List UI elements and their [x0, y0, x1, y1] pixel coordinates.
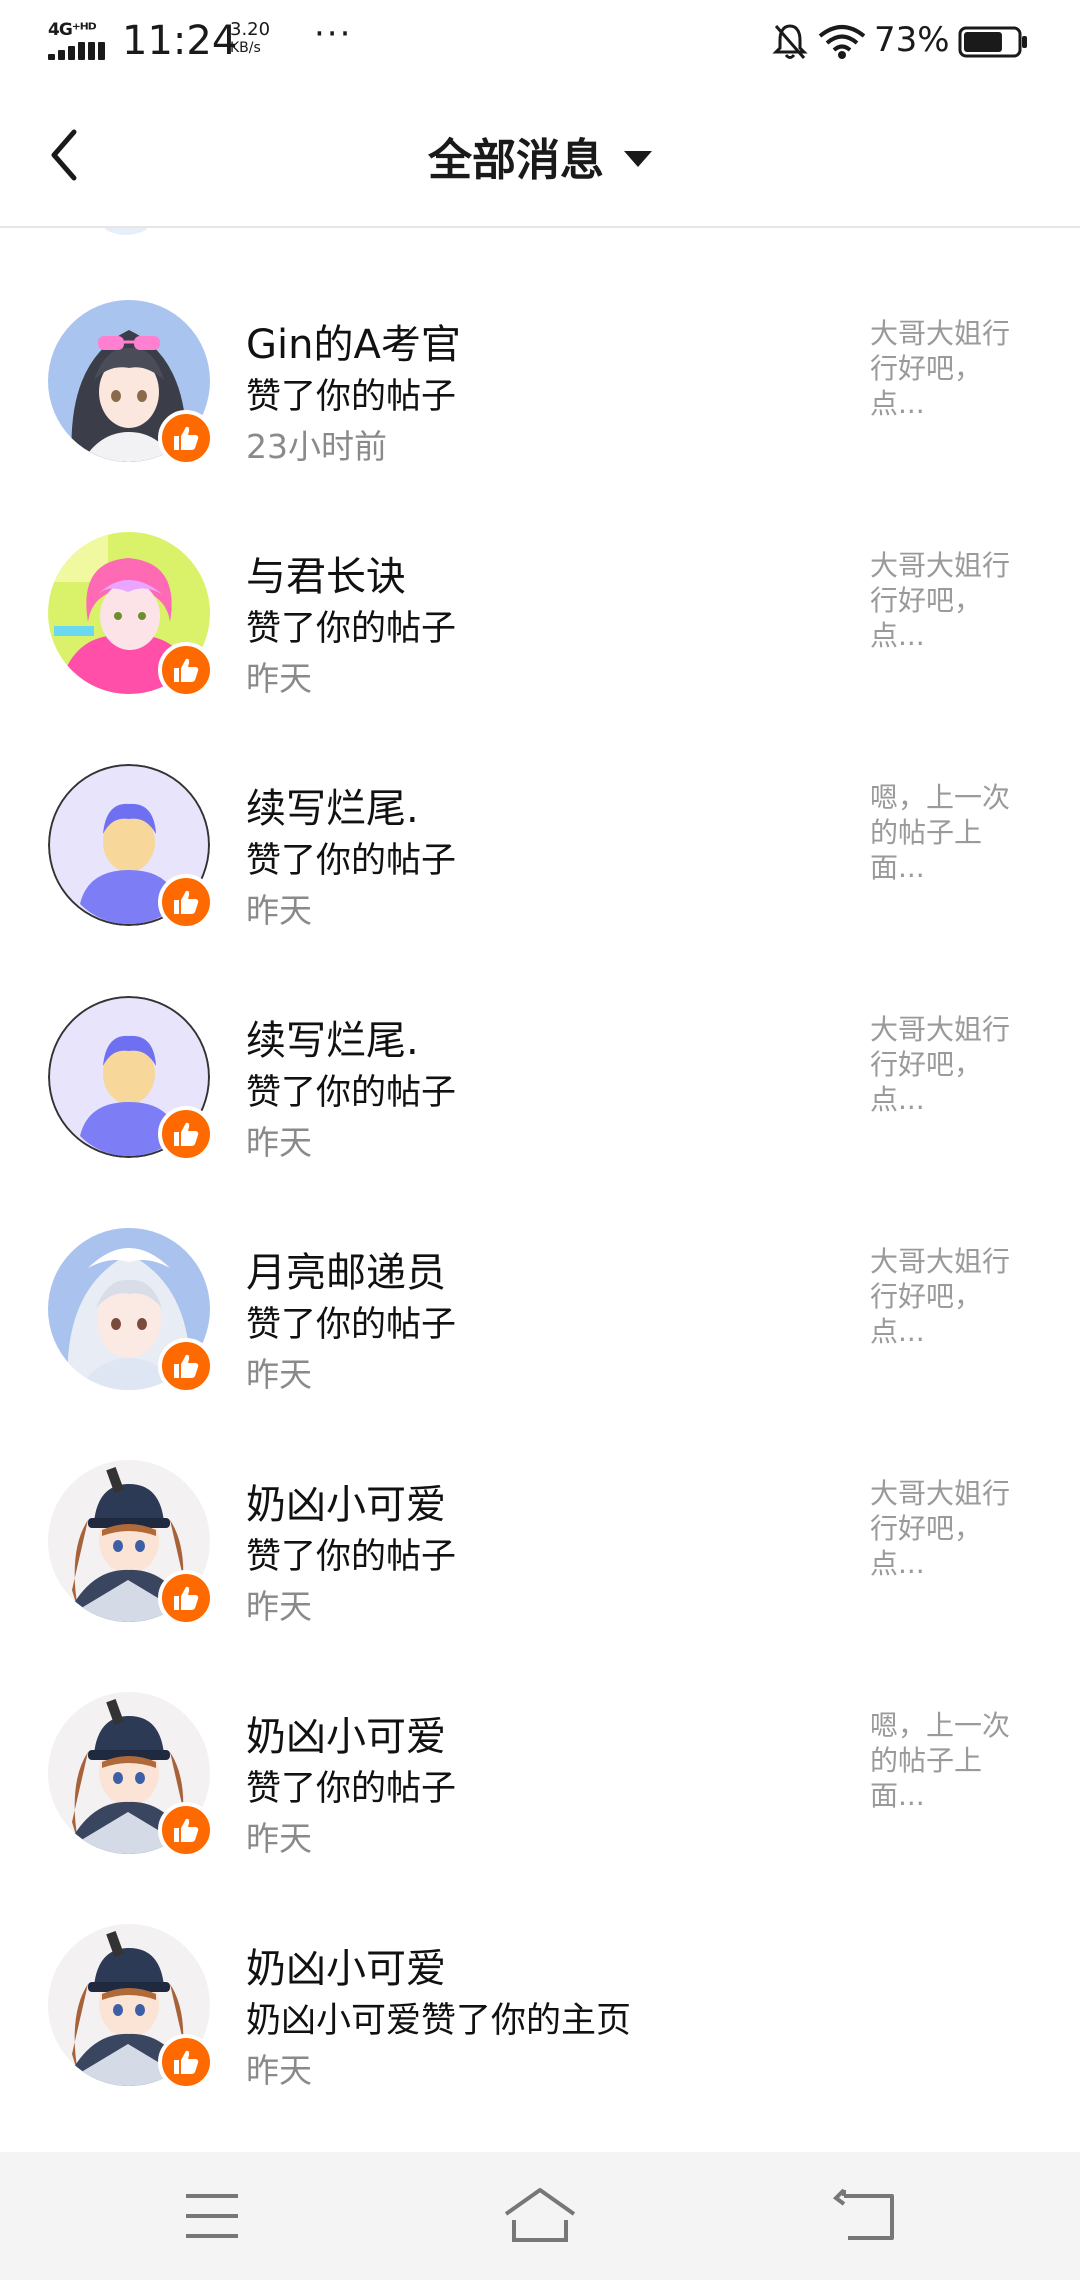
- like-badge: [158, 642, 214, 698]
- message-item[interactable]: 奶凶小可爱赞了你的帖子 昨天 大哥大姐行行好吧，点...: [0, 1440, 1080, 1674]
- message-time: 昨天: [246, 2051, 312, 2090]
- message-action: 赞了你的帖子: [246, 1537, 457, 1577]
- sender-name[interactable]: 月亮邮递员: [246, 1240, 446, 1298]
- message-item[interactable]: 与君长诀赞了你的帖子 昨天 大哥大姐行行好吧，点...: [0, 512, 1080, 746]
- sender-name[interactable]: Gin的A考官: [246, 312, 461, 370]
- sender-name[interactable]: 续写烂尾.: [246, 776, 419, 834]
- mute-bell-icon: [772, 22, 808, 62]
- message-item[interactable]: Gin的A考官赞了你的帖子 23小时前 大哥大姐行行好吧，点...: [0, 280, 1080, 514]
- thumbs-up-icon: [174, 2050, 199, 2074]
- battery-icon: [958, 26, 1028, 58]
- like-badge: [158, 874, 214, 930]
- thumbs-up-icon: [174, 1586, 199, 1610]
- post-preview[interactable]: 大哥大姐行行好吧，点...: [870, 1244, 1030, 1349]
- thumbs-up-icon: [174, 1354, 199, 1378]
- like-badge: [158, 2034, 214, 2090]
- sender-name[interactable]: 奶凶小可爱: [246, 1936, 446, 1994]
- post-preview[interactable]: 嗯，上一次的帖子上面...: [870, 1708, 1030, 1813]
- signal-icon: 4G⁺ᴴᴰ: [48, 20, 110, 60]
- header: 全部消息: [0, 84, 1080, 228]
- message-action: 赞了你的帖子: [246, 377, 457, 417]
- like-badge: [158, 410, 214, 466]
- post-preview[interactable]: 大哥大姐行行好吧，点...: [870, 316, 1030, 421]
- status-time: 11:24: [122, 18, 238, 64]
- thumbs-up-icon: [174, 658, 199, 682]
- wifi-icon: [818, 24, 866, 60]
- system-nav-bar: [0, 2152, 1080, 2280]
- message-time: 昨天: [246, 891, 312, 930]
- sender-name[interactable]: 续写烂尾.: [246, 1008, 419, 1066]
- sender-name[interactable]: 与君长诀: [246, 544, 406, 602]
- message-time: 昨天: [246, 659, 312, 698]
- like-badge: [158, 1802, 214, 1858]
- message-item[interactable]: 奶凶小可爱奶凶小可爱赞了你的主页 昨天: [0, 1904, 1080, 2138]
- thumbs-up-icon: [174, 426, 199, 450]
- back-arrow-icon: [832, 2188, 894, 2240]
- sender-name[interactable]: 奶凶小可爱: [246, 1704, 446, 1762]
- page-title: 全部消息: [428, 135, 604, 186]
- sender-name[interactable]: 奶凶小可爱: [246, 1472, 446, 1530]
- message-item[interactable]: 续写烂尾. 赞了你的帖子 昨天 大哥大姐行行好吧，点...: [0, 976, 1080, 1210]
- post-preview[interactable]: 大哥大姐行行好吧，点...: [870, 1476, 1030, 1581]
- home-button[interactable]: [500, 2182, 580, 2250]
- like-badge: [158, 1106, 214, 1162]
- more-notifications-icon: ···: [314, 14, 353, 54]
- home-icon: [504, 2188, 576, 2242]
- thumbs-up-icon: [174, 890, 199, 914]
- message-item[interactable]: 奶凶小可爱赞了你的帖子 昨天 嗯，上一次的帖子上面...: [0, 1672, 1080, 1906]
- network-speed: 3.20 KB/s: [230, 20, 270, 58]
- menu-icon: [186, 2194, 238, 2238]
- message-action: 奶凶小可爱赞了你的主页: [246, 2001, 632, 2041]
- back-nav-button[interactable]: [828, 2182, 908, 2250]
- partial-list-item: [0, 228, 1080, 240]
- message-item[interactable]: 续写烂尾. 赞了你的帖子 昨天 嗯，上一次的帖子上面...: [0, 744, 1080, 978]
- avatar: [96, 228, 156, 238]
- message-list[interactable]: Gin的A考官 赞了你的帖子 23小时前 大哥大姐行行好吧，点... 与君长诀 赞了你的帖…: [0, 228, 1080, 2152]
- thumbs-up-icon: [174, 1122, 199, 1146]
- network-speed-unit: KB/s: [230, 40, 261, 56]
- like-badge: [158, 228, 206, 232]
- message-item[interactable]: 月亮邮递员赞了你的帖子 昨天 大哥大姐行行好吧，点...: [0, 1208, 1080, 1442]
- thumbs-up-icon: [174, 1818, 199, 1842]
- status-bar: 4G⁺ᴴᴰ 11:24 3.20 KB/s ··· 73%: [0, 0, 1080, 84]
- menu-button[interactable]: [172, 2182, 252, 2250]
- message-action: 赞了你的帖子: [246, 1073, 457, 1113]
- network-type: 4G⁺ᴴᴰ: [48, 20, 97, 40]
- caret-down-icon: [624, 151, 652, 167]
- message-time: 昨天: [246, 1355, 312, 1394]
- message-action: 赞了你的帖子: [246, 1305, 457, 1345]
- like-badge: [158, 1338, 214, 1394]
- message-time: 23小时前: [246, 427, 387, 466]
- like-badge: [158, 1570, 214, 1626]
- message-time: 昨天: [246, 1587, 312, 1626]
- post-preview[interactable]: 大哥大姐行行好吧，点...: [870, 548, 1030, 653]
- message-filter-dropdown[interactable]: 全部消息: [0, 124, 1080, 188]
- post-preview[interactable]: 嗯，上一次的帖子上面...: [870, 780, 1030, 885]
- post-preview[interactable]: 大哥大姐行行好吧，点...: [870, 1012, 1030, 1117]
- message-action: 赞了你的帖子: [246, 841, 457, 881]
- message-action: 赞了你的帖子: [246, 1769, 457, 1809]
- message-time: 昨天: [246, 1123, 312, 1162]
- message-time: 昨天: [246, 1819, 312, 1858]
- battery-percent: 73%: [874, 20, 950, 60]
- message-action: 赞了你的帖子: [246, 609, 457, 649]
- network-speed-value: 3.20: [230, 19, 271, 40]
